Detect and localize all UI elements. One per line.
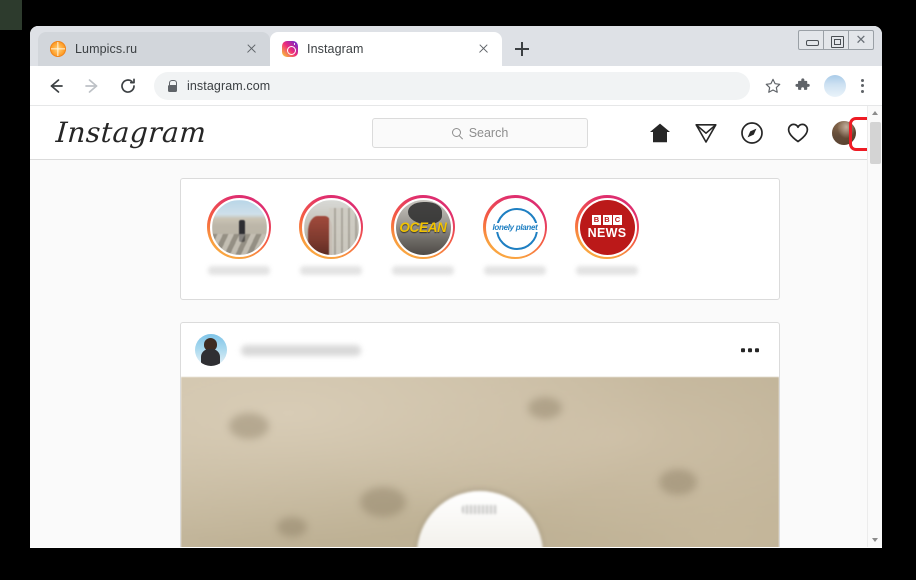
story-ring [207,195,271,259]
profile-avatar[interactable] [832,121,856,145]
star-icon [765,78,781,93]
instagram-icon [282,41,298,57]
direct-messages-icon[interactable] [694,121,718,145]
bbc-letter-blocks: B B C [592,214,622,225]
story-ring: lonely planet [483,195,547,259]
bbc-letter: C [613,214,622,225]
story-username-blurred [576,266,638,275]
close-tab-icon[interactable] [474,40,492,58]
bbc-news-text: NEWS [587,225,627,240]
story-username-blurred [392,266,454,275]
chrome-profile-avatar[interactable] [824,74,846,97]
close-tab-icon[interactable] [242,40,260,58]
orange-slice-icon [50,41,66,57]
instagram-nav-icons [648,106,856,160]
url-text: instagram.com [187,78,271,93]
story-username-blurred [484,266,546,275]
instagram-logo[interactable]: Instagram [55,116,208,149]
browser-tab-lumpics[interactable]: Lumpics.ru [38,32,270,66]
back-button[interactable] [42,72,70,100]
browser-toolbar: instagram.com [30,66,882,106]
post-username-blurred[interactable] [241,344,361,356]
feed-post [180,322,780,547]
story-thumbnail: lonely planet [485,197,545,257]
new-tab-button[interactable] [508,35,536,63]
three-dot-menu-icon[interactable] [852,73,872,99]
story-thumbnail [209,197,269,257]
tab-title: Lumpics.ru [75,42,138,56]
ocean-logo-text: OCEAN [399,219,447,235]
minimize-window-button[interactable] [798,30,824,50]
reload-button[interactable] [114,72,142,100]
maximize-window-button[interactable] [823,30,849,50]
scroll-down-arrow[interactable] [868,532,882,547]
story-ring: B B C NEWS [575,195,639,259]
white-hard-hat [417,491,543,547]
bookmark-button[interactable] [760,73,786,99]
back-arrow-icon [50,78,63,93]
story-thumbnail: B B C NEWS [577,197,637,257]
post-image[interactable] [181,377,779,547]
story-item[interactable] [199,195,279,275]
page-scrollbar[interactable] [867,106,882,547]
chrome-browser-window: Lumpics.ru Instagram ✕ instagram.com Ins… [30,26,882,548]
activity-heart-icon[interactable] [786,121,810,145]
story-thumbnail: OCEAN [393,197,453,257]
story-username-blurred [208,266,270,275]
story-item[interactable]: B B C NEWS [567,195,647,275]
desktop-background: Lumpics.ru Instagram ✕ instagram.com Ins… [0,0,916,580]
lonely-planet-logo-text: lonely planet [491,222,539,232]
extensions-button[interactable] [790,73,816,99]
address-bar[interactable]: instagram.com [154,71,750,100]
story-thumbnail [301,197,361,257]
forward-arrow-icon [85,78,98,93]
scrollbar-thumb[interactable] [870,122,881,164]
explore-compass-icon[interactable] [740,121,764,145]
story-ring: OCEAN [391,195,455,259]
feed-column: OCEAN lonely planet B B C NEWS [180,178,780,547]
window-controls: ✕ [798,30,874,50]
story-username-blurred [300,266,362,275]
desktop-edge-strip [0,0,22,30]
story-ring [299,195,363,259]
stories-tray: OCEAN lonely planet B B C NEWS [180,178,780,300]
search-icon [451,127,463,139]
post-author-avatar[interactable] [195,334,227,366]
puzzle-icon [795,77,810,90]
instagram-navbar: Instagram Search [30,106,882,160]
search-input[interactable]: Search [372,118,588,148]
post-header [181,323,779,377]
story-item[interactable] [291,195,371,275]
forward-button[interactable] [78,72,106,100]
home-icon[interactable] [648,121,672,145]
search-placeholder: Search [468,126,509,140]
instagram-feed: OCEAN lonely planet B B C NEWS [30,160,882,547]
reload-icon [121,78,135,93]
story-item[interactable]: OCEAN [383,195,463,275]
scroll-up-arrow[interactable] [868,106,882,121]
lock-icon [166,80,178,92]
page-viewport: Instagram Search OCEAN lonely planet B B… [30,106,882,547]
tab-title: Instagram [307,42,364,56]
bbc-letter: B [592,214,601,225]
story-item[interactable]: lonely planet [475,195,555,275]
close-window-button[interactable]: ✕ [848,30,874,50]
browser-tab-instagram[interactable]: Instagram [270,32,502,66]
tab-strip: Lumpics.ru Instagram ✕ [30,26,882,66]
bbc-letter: B [602,214,612,225]
post-options-icon[interactable] [741,348,759,352]
